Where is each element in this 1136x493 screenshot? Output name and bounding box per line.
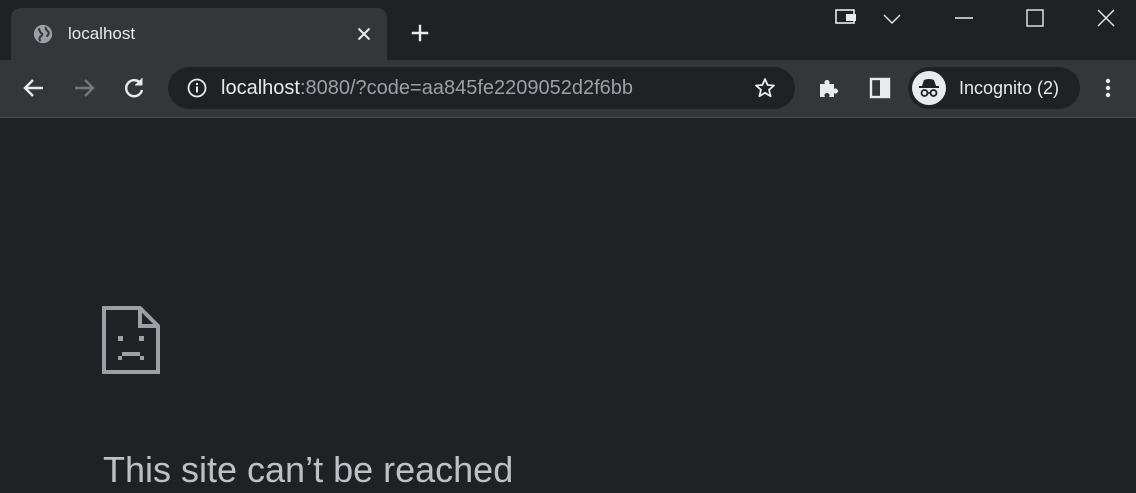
info-icon[interactable]: [186, 77, 208, 99]
chevron-down-icon[interactable]: [880, 6, 904, 30]
reload-icon[interactable]: [121, 75, 147, 101]
side-panel-icon[interactable]: [867, 75, 893, 101]
error-title: This site can’t be reached: [103, 449, 514, 490]
star-icon[interactable]: [753, 76, 777, 100]
globe-icon: [33, 24, 53, 44]
profile-button[interactable]: Incognito (2): [908, 67, 1080, 109]
maximize-icon[interactable]: [1024, 6, 1046, 30]
back-arrow-icon[interactable]: [21, 75, 47, 101]
kebab-menu-icon[interactable]: [1097, 75, 1119, 101]
incognito-icon: [919, 79, 939, 97]
minimize-icon[interactable]: [953, 6, 975, 30]
url-rest: :8080/?code=aa845fe2209052d2f6bb: [299, 77, 634, 99]
title-bar: localhost: [0, 0, 1136, 60]
url-text[interactable]: localhost:8080/?code=aa845fe2209052d2f6b…: [221, 77, 633, 99]
close-window-icon[interactable]: [1095, 6, 1117, 30]
tab-localhost[interactable]: localhost: [11, 8, 387, 60]
toolbar: localhost:8080/?code=aa845fe2209052d2f6b…: [0, 60, 1136, 118]
puzzle-icon[interactable]: [816, 75, 842, 101]
avatar: [912, 71, 946, 105]
tab-title: localhost: [68, 24, 136, 43]
forward-arrow-icon[interactable]: [71, 75, 97, 101]
url-host: localhost: [221, 77, 300, 99]
plus-icon[interactable]: [409, 22, 431, 44]
close-icon[interactable]: [353, 23, 375, 45]
profile-label: Incognito (2): [959, 78, 1060, 98]
tab-search-icon[interactable]: [834, 6, 860, 30]
sad-document-icon: [102, 306, 160, 374]
address-bar[interactable]: localhost:8080/?code=aa845fe2209052d2f6b…: [168, 67, 795, 109]
